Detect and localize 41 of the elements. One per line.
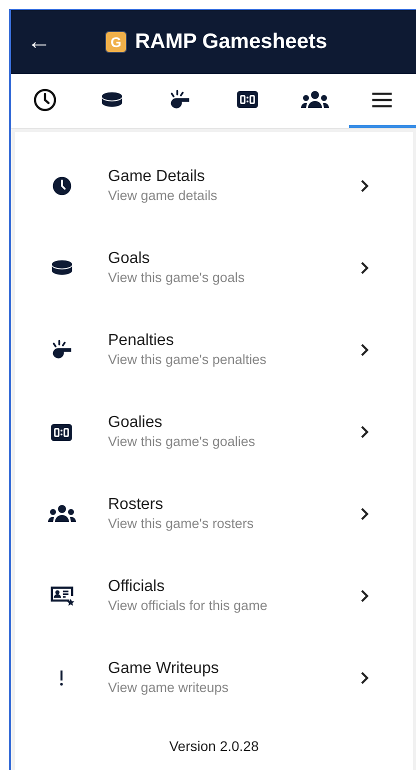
item-title: Game Details: [108, 167, 206, 187]
clock-icon: [50, 175, 72, 197]
item-subtitle: View officials for this game: [108, 597, 268, 615]
id-card-icon: [48, 585, 74, 607]
item-subtitle: View this game's goalies: [108, 433, 256, 451]
app-title: RAMP Gamesheets: [135, 29, 328, 56]
chevron-icon: [360, 343, 369, 357]
chevron-icon: [360, 261, 369, 275]
chevron-icon: [360, 671, 369, 685]
scoreboard-icon: [236, 90, 259, 109]
item-title: Goalies: [108, 413, 164, 433]
menu-item[interactable]: Officials View officials for this game: [15, 555, 413, 637]
chevron-icon: [360, 179, 369, 193]
chevron-icon: [360, 507, 369, 521]
item-title: Goals: [108, 249, 151, 269]
back-button[interactable]: ←: [27, 30, 59, 54]
menu-item[interactable]: Rosters View this game's rosters: [15, 473, 413, 555]
item-subtitle: View game details: [108, 187, 218, 205]
menu-icon: [371, 92, 394, 108]
people-icon: [48, 504, 76, 524]
item-subtitle: View this game's rosters: [108, 515, 255, 533]
app-logo: G: [105, 31, 127, 53]
item-subtitle: View this game's penalties: [108, 351, 268, 369]
item-title: Officials: [108, 577, 166, 597]
people-icon: [300, 90, 329, 110]
item-title: Game Writeups: [108, 659, 220, 679]
exclamation-icon: [59, 669, 64, 687]
item-title: Penalties: [108, 331, 175, 351]
menu-item[interactable]: Game Details View game details: [15, 145, 413, 227]
chevron-icon: [360, 425, 369, 439]
menu-item[interactable]: Goals View this game's goals: [15, 227, 413, 309]
clock-icon: [32, 88, 57, 112]
item-title: Rosters: [108, 495, 164, 515]
menu-item[interactable]: Goalies View this game's goalies: [15, 391, 413, 473]
chevron-icon: [360, 589, 369, 603]
item-subtitle: View this game's goals: [108, 269, 246, 287]
scoreboard-icon: [50, 422, 73, 442]
menu-item[interactable]: Game Writeups View game writeups: [15, 637, 413, 719]
version-text: Version 2.0.28: [169, 737, 259, 756]
item-subtitle: View game writeups: [108, 679, 230, 697]
menu-item[interactable]: Penalties View this game's penalties: [15, 309, 413, 391]
